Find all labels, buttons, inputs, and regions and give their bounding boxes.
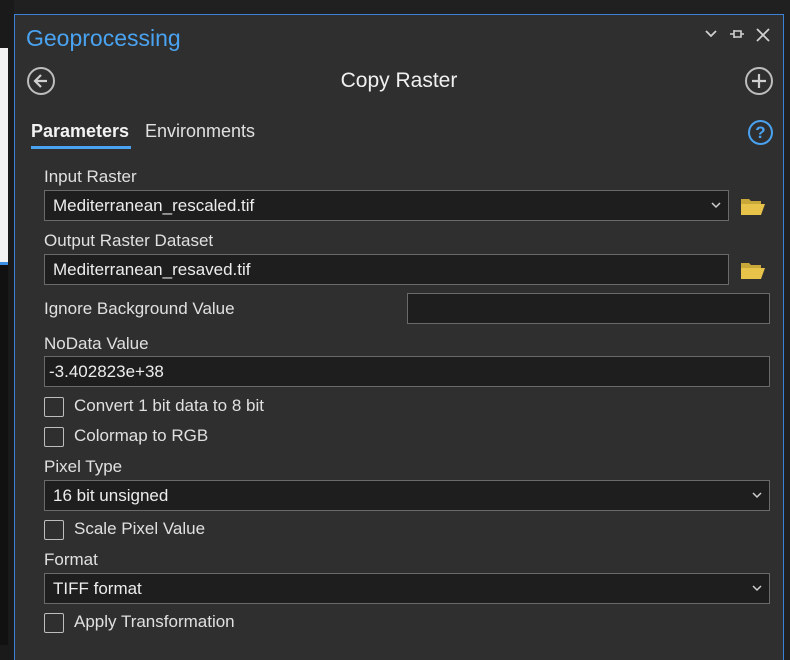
apply-transformation-checkbox[interactable] [44, 613, 64, 633]
input-raster-field[interactable]: Mediterranean_rescaled.tif [44, 190, 729, 221]
output-raster-label: Output Raster Dataset [44, 231, 214, 250]
nodata-value: -3.402823e+38 [49, 362, 164, 381]
chevron-down-icon[interactable] [701, 27, 721, 47]
chevron-down-icon[interactable] [749, 574, 765, 603]
format-label: Format [44, 550, 98, 569]
chevron-down-icon[interactable] [749, 481, 765, 510]
nodata-label: NoData Value [44, 334, 149, 353]
tab-environments[interactable]: Environments [145, 121, 255, 142]
pane-title-bar: Geoprocessing [15, 15, 783, 61]
background-left-strip [0, 0, 14, 660]
convert-1bit-label: Convert 1 bit data to 8 bit [74, 396, 264, 415]
scale-pixel-option[interactable]: Scale Pixel Value [44, 518, 444, 542]
output-raster-field[interactable]: Mediterranean_resaved.tif [44, 254, 729, 285]
output-raster-value: Mediterranean_resaved.tif [53, 260, 251, 279]
apply-transformation-label: Apply Transformation [74, 612, 235, 631]
colormap-rgb-option[interactable]: Colormap to RGB [44, 425, 444, 449]
background-image-fragment [0, 265, 8, 645]
pixel-type-value: 16 bit unsigned [53, 486, 169, 505]
ignore-background-label: Ignore Background Value [44, 299, 235, 318]
folder-open-icon[interactable] [740, 196, 766, 216]
convert-1bit-checkbox[interactable] [44, 397, 64, 417]
input-raster-value: Mediterranean_rescaled.tif [53, 196, 255, 215]
scale-pixel-checkbox[interactable] [44, 520, 64, 540]
scale-pixel-label: Scale Pixel Value [74, 519, 206, 538]
nodata-field[interactable]: -3.402823e+38 [44, 356, 770, 387]
colormap-rgb-checkbox[interactable] [44, 427, 64, 447]
convert-1bit-option[interactable]: Convert 1 bit data to 8 bit [44, 395, 444, 419]
pin-icon[interactable] [727, 27, 747, 47]
ignore-background-field[interactable] [407, 293, 770, 324]
close-icon[interactable] [753, 27, 773, 47]
input-raster-label: Input Raster [44, 167, 137, 186]
tab-parameters[interactable]: Parameters [31, 121, 129, 142]
plus-icon [752, 74, 766, 88]
apply-transformation-option[interactable]: Apply Transformation [44, 611, 444, 635]
background-window-fragment [0, 48, 8, 262]
format-value: TIFF format [53, 579, 142, 598]
add-button[interactable] [745, 67, 773, 95]
colormap-rgb-label: Colormap to RGB [74, 426, 209, 445]
geoprocessing-pane: Geoprocessing Copy Raster Parameters Env… [14, 14, 784, 660]
folder-open-icon[interactable] [740, 260, 766, 280]
chevron-down-icon[interactable] [708, 191, 724, 220]
pixel-type-label: Pixel Type [44, 457, 123, 476]
active-tab-indicator [31, 146, 131, 149]
help-icon[interactable]: ? [748, 120, 773, 145]
pixel-type-select[interactable]: 16 bit unsigned [44, 480, 770, 511]
pane-title: Geoprocessing [26, 25, 181, 51]
format-select[interactable]: TIFF format [44, 573, 770, 604]
tool-title: Copy Raster [340, 69, 458, 92]
